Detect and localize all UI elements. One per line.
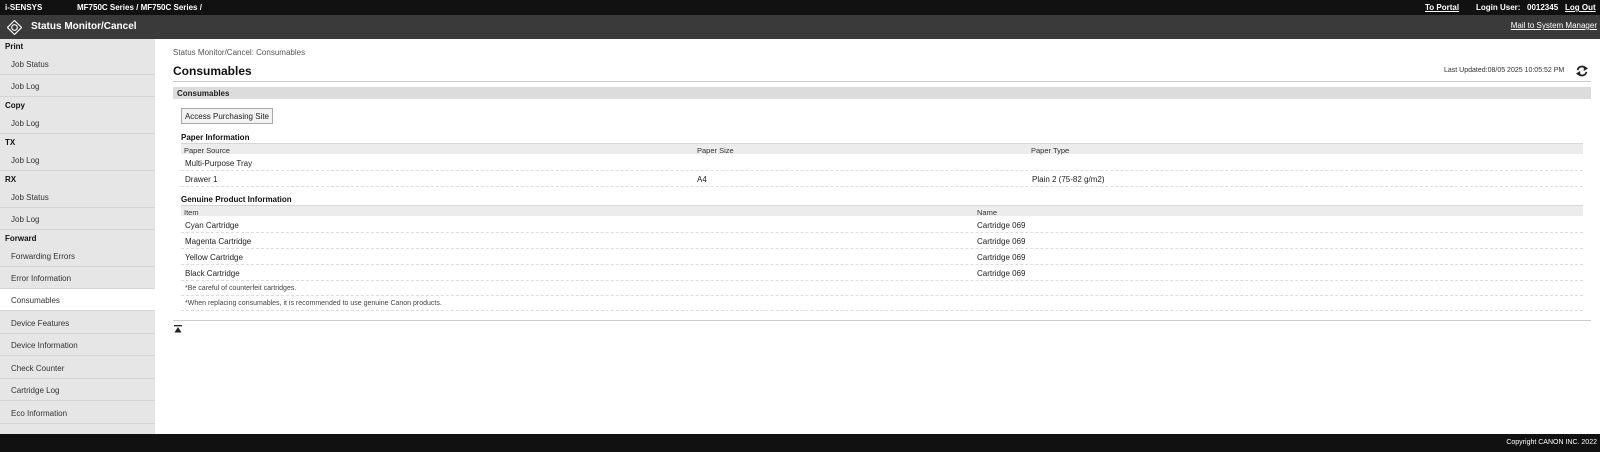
access-purchasing-site-button[interactable]: Access Purchasing Site [181, 108, 273, 124]
item-cell: Yellow Cartridge [185, 253, 243, 262]
sidebar-item-forwarding-errors[interactable]: Forwarding Errors [0, 245, 155, 267]
brand-name: i-SENSYS [5, 3, 43, 12]
sidebar-item-label: Consumables [11, 296, 60, 305]
paper-source-cell: Multi-Purpose Tray [185, 159, 253, 168]
sidebar-item-label: Error Information [11, 274, 72, 283]
login-user-label: Login User: [1476, 3, 1521, 12]
paper-size-cell: A4 [697, 175, 707, 184]
title-bar: Status Monitor/Cancel Mail to System Man… [0, 15, 1600, 39]
note-row [181, 281, 1583, 296]
sidebar-item-copy-job-log[interactable]: Job Log [0, 112, 155, 134]
model-name: MF750C Series / MF750C Series / [77, 3, 202, 12]
column-header: Paper Source [184, 146, 230, 155]
paper-type-cell: Plain 2 (75-82 g/m2) [1032, 175, 1105, 184]
table-row: Black Cartridge Cartridge 069 [181, 265, 1583, 281]
column-header: Name [977, 208, 998, 217]
genuine-product-information-heading: Genuine Product Information [181, 195, 292, 204]
sidebar-item-rx-job-log[interactable]: Job Log [0, 208, 155, 230]
table-row: Multi-Purpose Tray [181, 155, 1583, 171]
main-content: Status Monitor/Cancel: Consumables Consu… [155, 39, 1600, 434]
sidebar-item-error-information[interactable]: Error Information [0, 267, 155, 289]
footer: Copyright CANON INC. 2022 [0, 434, 1600, 452]
sidebar-group-tx: TX [5, 138, 16, 147]
sidebar-item-label: Job Log [11, 215, 40, 224]
counterfeit-note: *Be careful of counterfeit cartridges. [185, 285, 297, 292]
paper-information-heading: Paper Information [181, 133, 250, 142]
top-bar: i-SENSYS MF750C Series / MF750C Series /… [0, 0, 1600, 15]
last-updated-text: Last Updated:08/05 2025 10:05:52 PM [1444, 67, 1565, 74]
to-portal-link[interactable]: To Portal [1425, 3, 1459, 12]
sidebar-item-consumables[interactable]: Consumables [0, 289, 155, 311]
title-divider [173, 81, 1591, 82]
sidebar-item-label: Job Log [11, 156, 40, 165]
paper-table-header: Paper Source Paper Size Paper Type [181, 143, 1583, 155]
sidebar-item-tx-job-log[interactable]: Job Log [0, 149, 155, 171]
section-title: Consumables [177, 89, 230, 98]
item-cell: Black Cartridge [185, 269, 240, 278]
sidebar-item-device-information[interactable]: Device Information [0, 334, 155, 356]
table-row: Magenta Cartridge Cartridge 069 [181, 233, 1583, 249]
item-cell: Cyan Cartridge [185, 221, 239, 230]
column-header: Paper Size [697, 146, 734, 155]
app-title: Status Monitor/Cancel [31, 21, 137, 32]
item-cell: Magenta Cartridge [185, 237, 252, 246]
genuine-recommendation-note: *When replacing consumables, it is recom… [185, 300, 442, 307]
sidebar-item-label: Job Status [11, 193, 49, 202]
sidebar-item-label: Forwarding Errors [11, 252, 76, 261]
name-cell: Cartridge 069 [977, 221, 1026, 230]
name-cell: Cartridge 069 [977, 269, 1026, 278]
sidebar-item-eco-information[interactable]: Eco Information [0, 402, 155, 424]
refresh-icon[interactable] [1575, 64, 1589, 78]
sidebar-item-label: Job Log [11, 82, 40, 91]
column-header: Item [184, 208, 199, 217]
sidebar-item-label: Eco Information [11, 409, 68, 418]
breadcrumb: Status Monitor/Cancel: Consumables [173, 48, 306, 57]
section-header: Consumables [173, 87, 1591, 99]
sidebar-item-rx-job-status[interactable]: Job Status [0, 186, 155, 208]
name-cell: Cartridge 069 [977, 237, 1026, 246]
paper-source-cell: Drawer 1 [185, 175, 218, 184]
sidebar-item-print-job-log[interactable]: Job Log [0, 75, 155, 97]
sidebar-item-label: Cartridge Log [11, 386, 60, 395]
sidebar-item-label: Device Features [11, 319, 70, 328]
table-row: Yellow Cartridge Cartridge 069 [181, 249, 1583, 265]
canon-diamond-logo-icon [7, 20, 22, 35]
sidebar-item-label: Job Status [11, 60, 49, 69]
page-title: Consumables [173, 64, 252, 78]
table-row: Drawer 1 A4 Plain 2 (75-82 g/m2) [181, 171, 1583, 187]
mail-to-system-manager-link[interactable]: Mail to System Manager [1511, 21, 1597, 30]
sidebar-item-cartridge-log[interactable]: Cartridge Log [0, 379, 155, 401]
login-user-value: 0012345 [1527, 3, 1559, 12]
sidebar-item-print-job-status[interactable]: Job Status [0, 53, 155, 75]
sidebar-item-label: Check Counter [11, 364, 65, 373]
logout-link[interactable]: Log Out [1565, 3, 1596, 12]
sidebar-group-print: Print [5, 42, 24, 51]
sidebar: Print Job Status Job Log Copy Job Log TX… [0, 39, 155, 434]
content-divider [173, 320, 1591, 321]
table-row: Cyan Cartridge Cartridge 069 [181, 217, 1583, 233]
sidebar-group-rx: RX [5, 175, 17, 184]
sidebar-item-label: Job Log [11, 119, 40, 128]
sidebar-item-device-features[interactable]: Device Features [0, 312, 155, 334]
sidebar-item-check-counter[interactable]: Check Counter [0, 357, 155, 379]
back-to-top-icon[interactable] [174, 325, 182, 333]
sidebar-group-forward: Forward [5, 234, 37, 243]
name-cell: Cartridge 069 [977, 253, 1026, 262]
genuine-table-header: Item Name [181, 205, 1583, 217]
column-header: Paper Type [1031, 146, 1070, 155]
sidebar-item-label: Device Information [11, 341, 78, 350]
sidebar-group-copy: Copy [5, 101, 25, 110]
copyright-text: Copyright CANON INC. 2022 [1506, 439, 1597, 446]
